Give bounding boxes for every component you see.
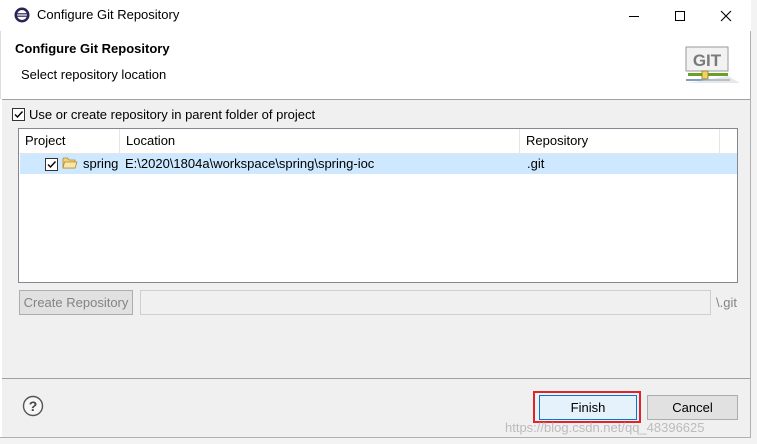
column-header-location[interactable]: Location: [120, 129, 520, 153]
create-repository-button[interactable]: Create Repository: [19, 290, 133, 315]
svg-text:?: ?: [29, 398, 38, 414]
page-subtitle: Select repository location: [21, 67, 167, 82]
row-project-name: spring: [83, 156, 119, 171]
maximize-button[interactable]: [657, 0, 703, 31]
minimize-icon: [629, 15, 639, 17]
background-strip: [0, 438, 757, 444]
column-header-project[interactable]: Project: [19, 129, 120, 153]
close-icon: [720, 10, 732, 21]
checkmark-icon: [14, 111, 24, 119]
cancel-button[interactable]: Cancel: [647, 395, 738, 420]
column-header-repository[interactable]: Repository: [520, 129, 720, 153]
row-location: E:\2020\1804a\workspace\spring\spring-io…: [125, 156, 375, 171]
folder-open-icon: [62, 156, 78, 170]
git-suffix-label: \.git: [716, 295, 737, 310]
row-repository: .git: [527, 156, 545, 171]
page-title: Configure Git Repository: [15, 41, 170, 56]
watermark: https://blog.csdn.net/qq_48396625: [505, 420, 705, 435]
help-icon[interactable]: ?: [22, 395, 44, 417]
maximize-icon: [675, 10, 685, 21]
row-checkbox[interactable]: [45, 158, 58, 171]
background-strip: [751, 0, 757, 444]
git-logo-text: GIT: [693, 51, 722, 70]
close-button[interactable]: [703, 0, 749, 31]
window-title: Configure Git Repository: [37, 7, 180, 22]
finish-button[interactable]: Finish: [539, 395, 637, 420]
eclipse-icon: [13, 6, 31, 24]
minimize-button[interactable]: [611, 0, 657, 31]
git-logo-icon: GIT: [684, 45, 742, 85]
repository-path-input[interactable]: [140, 290, 711, 315]
use-parent-folder-label[interactable]: Use or create repository in parent folde…: [29, 107, 315, 122]
use-parent-folder-checkbox[interactable]: [12, 108, 25, 121]
checkmark-icon: [47, 161, 57, 169]
